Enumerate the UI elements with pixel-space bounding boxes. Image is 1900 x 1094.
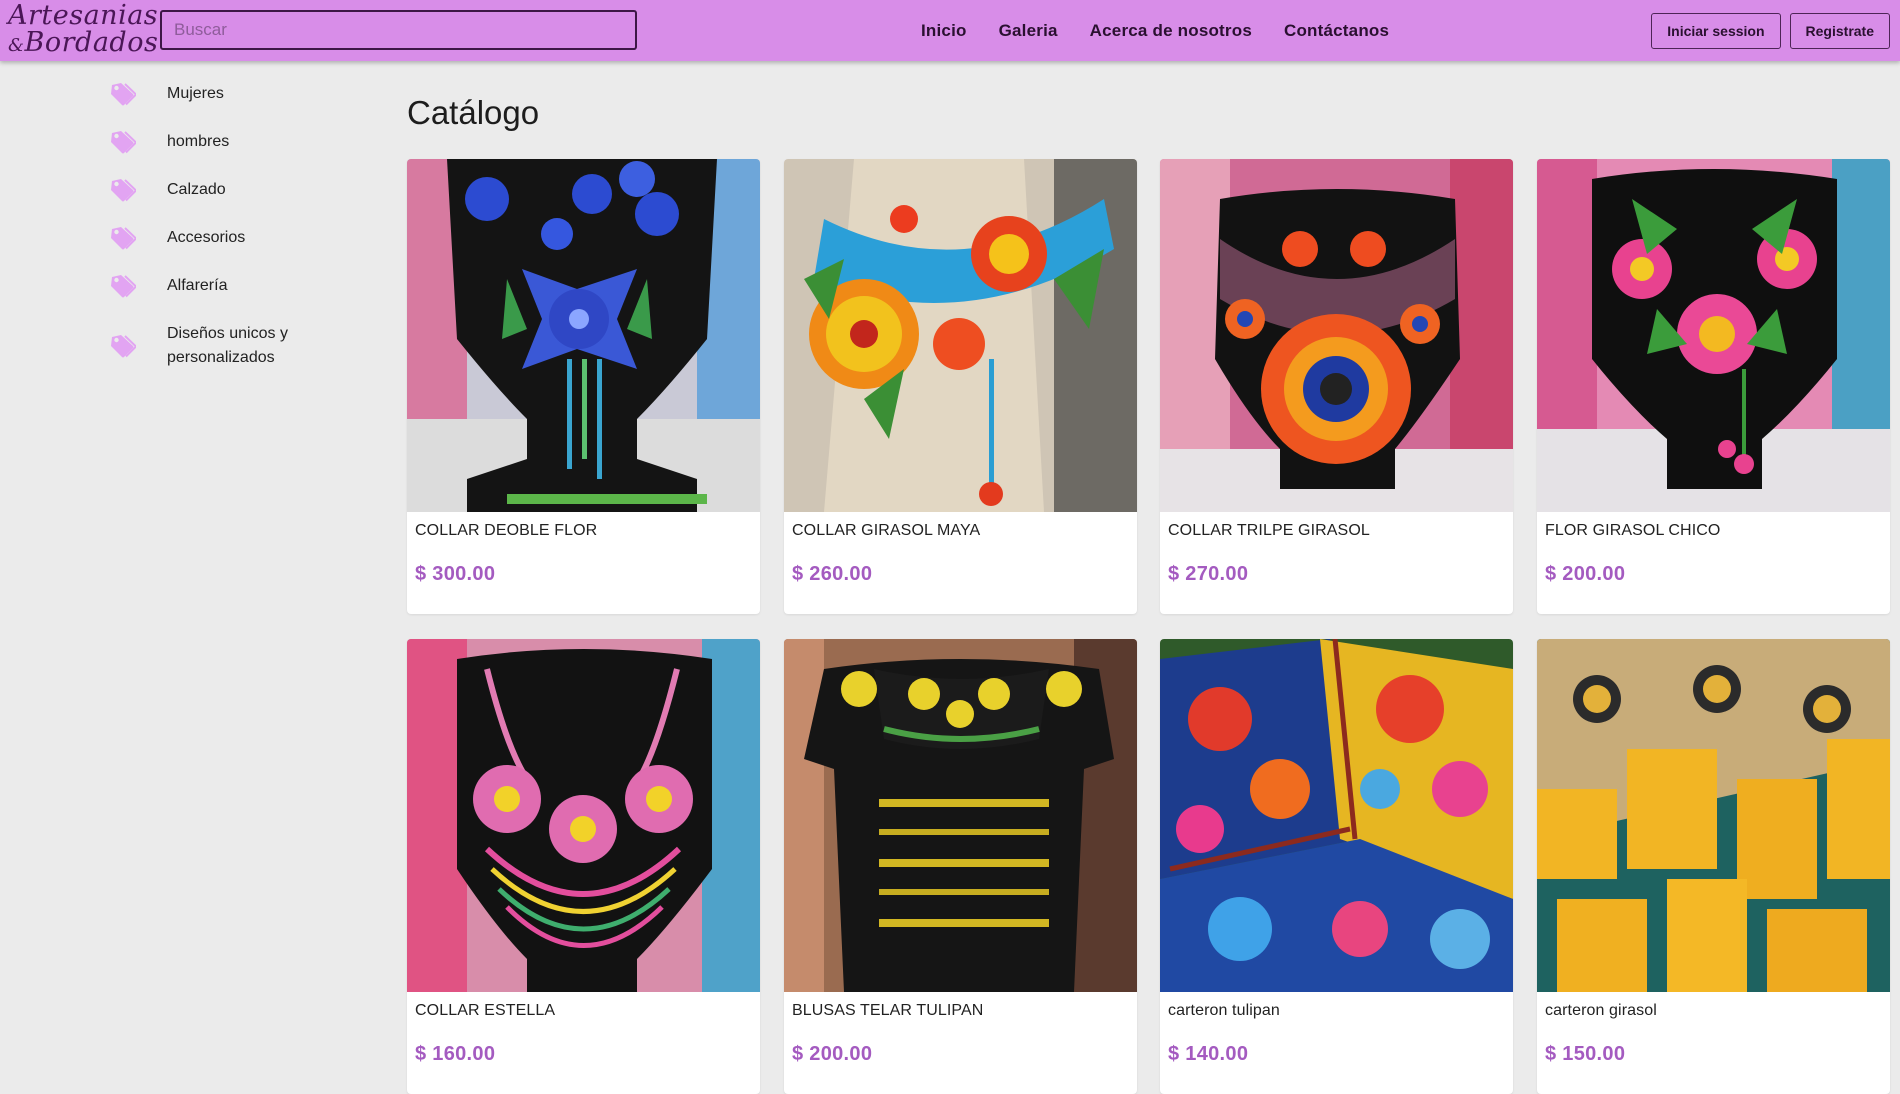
logo-line1: Artesanias [8,0,159,31]
product-card[interactable]: COLLAR ESTELLA $ 160.00 [407,639,760,1094]
product-name[interactable]: BLUSAS TELAR TULIPAN [792,1002,983,1020]
sidebar-item-label: Calzado [167,181,226,198]
product-price: $ 300.00 [415,563,496,585]
logo-line2: &Bordados [8,29,158,59]
tag-icon [110,226,136,250]
tag-icon [110,130,136,154]
nav-link-galeria[interactable]: Galeria [999,21,1058,41]
product-price: $ 200.00 [792,1043,873,1065]
product-price: $ 140.00 [1168,1043,1249,1065]
product-image[interactable] [1537,639,1890,992]
nav-link-contacto[interactable]: Contáctanos [1284,21,1389,41]
nav-link-acerca[interactable]: Acerca de nosotros [1090,21,1252,41]
product-card[interactable]: BLUSAS TELAR TULIPAN $ 200.00 [784,639,1137,1094]
nav-link-inicio[interactable]: Inicio [921,21,967,41]
page-title: Catálogo [407,94,540,131]
product-image[interactable] [1160,639,1513,992]
logo-ampersand: & [8,35,25,56]
sidebar-item-mujeres[interactable]: Mujeres [110,82,224,106]
product-image[interactable] [407,639,760,992]
sidebar-item-label: Diseños unicos y personalizados [167,325,288,366]
tag-icon [110,82,136,106]
product-name[interactable]: COLLAR DEOBLE FLOR [415,522,597,540]
product-price: $ 160.00 [415,1043,496,1065]
login-button[interactable]: Iniciar session [1651,13,1781,49]
tag-icon [110,274,136,298]
sidebar-item-label: Alfarería [167,277,228,294]
product-image[interactable] [1537,159,1890,512]
product-image[interactable] [784,639,1137,992]
product-image[interactable] [1160,159,1513,512]
site-logo[interactable]: Artesanias &Bordados [8,0,159,59]
product-card[interactable]: carteron tulipan $ 140.00 [1160,639,1513,1094]
product-price: $ 200.00 [1545,563,1626,585]
search-input[interactable] [162,12,635,48]
sidebar-item-calzado[interactable]: Calzado [110,178,226,202]
sidebar-item-label: hombres [167,133,230,150]
sidebar-item-hombres[interactable]: hombres [110,130,229,154]
search-box [160,10,637,50]
product-price: $ 260.00 [792,563,873,585]
logo-line2-text: Bordados [24,27,159,58]
product-name[interactable]: COLLAR ESTELLA [415,1002,555,1020]
product-name[interactable]: COLLAR TRILPE GIRASOL [1168,522,1370,540]
product-card[interactable]: COLLAR GIRASOL MAYA $ 260.00 [784,159,1137,614]
tag-icon [110,178,136,202]
sidebar-item-alfareria[interactable]: Alfarería [110,274,227,298]
product-card[interactable]: FLOR GIRASOL CHICO $ 200.00 [1537,159,1890,614]
product-image[interactable] [784,159,1137,512]
product-price: $ 270.00 [1168,563,1249,585]
product-name[interactable]: COLLAR GIRASOL MAYA [792,522,980,540]
main-nav: Inicio Galeria Acerca de nosotros Contác… [921,0,1421,61]
product-name[interactable]: carteron tulipan [1168,1002,1280,1020]
register-button[interactable]: Registrate [1789,13,1890,49]
top-navbar: Artesanias &Bordados Inicio Galeria Acer… [0,0,1900,61]
product-name[interactable]: FLOR GIRASOL CHICO [1545,522,1720,540]
product-price: $ 150.00 [1545,1043,1626,1065]
sidebar-item-disenos[interactable]: Diseños unicos y personalizados [110,325,288,366]
product-card[interactable]: carteron girasol $ 150.00 [1537,639,1890,1094]
product-image[interactable] [407,159,760,512]
product-name[interactable]: carteron girasol [1545,1002,1657,1020]
sidebar-item-accesorios[interactable]: Accesorios [110,226,245,250]
product-card[interactable]: COLLAR DEOBLE FLOR $ 300.00 [407,159,760,614]
auth-buttons: Iniciar session Registrate [1642,13,1890,49]
sidebar-item-label: Mujeres [167,85,224,102]
tag-icon [110,334,136,358]
sidebar-item-label: Accesorios [167,229,246,246]
product-card[interactable]: COLLAR TRILPE GIRASOL $ 270.00 [1160,159,1513,614]
